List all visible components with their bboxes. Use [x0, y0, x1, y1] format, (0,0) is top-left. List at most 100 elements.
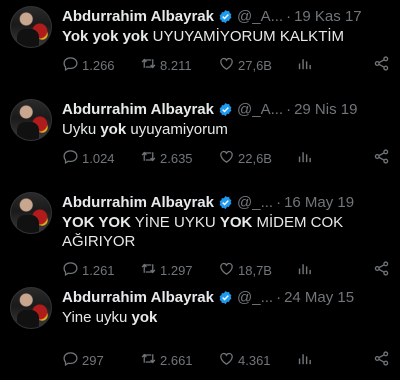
share-icon — [373, 351, 390, 370]
views-icon — [296, 55, 316, 75]
reply-button[interactable]: 297 — [62, 350, 140, 370]
views-icon — [296, 148, 316, 168]
verified-badge-icon — [218, 290, 233, 305]
retweet-button[interactable]: 8.211 — [140, 55, 218, 75]
tweet-date[interactable]: 29 Nis 19 — [294, 101, 357, 118]
tweet-text-part: YİNE UYKU — [130, 214, 220, 231]
share-button[interactable] — [373, 148, 390, 168]
retweet-button[interactable]: 2.635 — [140, 148, 218, 168]
retweet-icon — [140, 260, 160, 280]
separator-dot: · — [286, 7, 292, 25]
reply-count: 1.024 — [82, 150, 115, 166]
tweet-date[interactable]: 16 May 19 — [284, 194, 354, 211]
retweet-icon — [140, 148, 160, 168]
share-button[interactable] — [373, 260, 390, 280]
tweet-date[interactable]: 19 Kas 17 — [294, 8, 362, 25]
heart-icon — [218, 350, 238, 370]
tweet-header: Abdurrahim Albayrak @_A... · 19 Kas 17 — [62, 6, 392, 26]
tweet[interactable]: Abdurrahim Albayrak @_A... · 19 Kas 17 Y… — [0, 0, 400, 95]
tweet-text-part: YOK YOK — [62, 214, 131, 231]
tweet-text-part: Yok yok yok — [62, 28, 149, 45]
author-name[interactable]: Abdurrahim Albayrak — [62, 101, 214, 118]
verified-badge-icon — [218, 102, 233, 117]
share-icon — [373, 56, 390, 75]
tweet-header: Abdurrahim Albayrak @_... · 24 May 15 — [62, 287, 392, 307]
tweet-text: Uyku yok uyuyamiyorum — [62, 120, 382, 139]
like-button[interactable]: 18,7B — [218, 260, 296, 280]
tweet-header: Abdurrahim Albayrak @_... · 16 May 19 — [62, 192, 392, 212]
verified-badge-icon — [218, 195, 233, 210]
tweet-text-part: yok — [131, 309, 158, 326]
tweet-text-part: Yine uyku — [62, 309, 132, 326]
tweet-text: Yok yok yok UYUYAMİYORUM KALKTİM — [62, 27, 382, 46]
author-name[interactable]: Abdurrahim Albayrak — [62, 8, 214, 25]
views-button[interactable] — [296, 350, 332, 370]
like-button[interactable]: 22,6B — [218, 148, 296, 168]
share-icon — [373, 261, 390, 280]
reply-count: 1.261 — [82, 262, 115, 278]
verified-badge-icon — [218, 9, 233, 24]
views-button[interactable] — [296, 260, 332, 280]
tweet[interactable]: Abdurrahim Albayrak @_A... · 29 Nis 19 U… — [0, 93, 400, 188]
tweet-date[interactable]: 24 May 15 — [284, 289, 354, 306]
retweet-count: 2.661 — [160, 352, 193, 368]
reply-icon — [62, 55, 82, 75]
tweet-actions: 1.024 2.635 22,6B — [62, 147, 390, 169]
avatar[interactable] — [10, 6, 52, 48]
retweet-count: 1.297 — [160, 262, 193, 278]
retweet-button[interactable]: 1.297 — [140, 260, 218, 280]
author-handle[interactable]: @_... — [237, 289, 273, 306]
retweet-count: 2.635 — [160, 150, 193, 166]
tweet[interactable]: Abdurrahim Albayrak @_... · 16 May 19 YO… — [0, 186, 400, 281]
tweet-actions: 1.261 1.297 18,7B — [62, 259, 390, 281]
share-button[interactable] — [373, 55, 390, 75]
reply-icon — [62, 350, 82, 370]
heart-icon — [218, 55, 238, 75]
tweet-text: Yine uyku yok — [62, 308, 382, 327]
author-handle[interactable]: @_... — [237, 194, 273, 211]
tweet-text-part: YOK — [219, 214, 253, 231]
tweet-actions: 297 2.661 4.361 — [62, 349, 390, 371]
author-handle[interactable]: @_A... — [237, 101, 283, 118]
like-count: 18,7B — [238, 262, 272, 278]
heart-icon — [218, 260, 238, 280]
separator-dot: · — [286, 100, 292, 118]
separator-dot: · — [276, 288, 282, 306]
avatar[interactable] — [10, 287, 52, 329]
views-icon — [296, 260, 316, 280]
tweet-text-part: yok — [100, 121, 127, 138]
views-button[interactable] — [296, 55, 332, 75]
tweet-header: Abdurrahim Albayrak @_A... · 29 Nis 19 — [62, 99, 392, 119]
reply-button[interactable]: 1.261 — [62, 260, 140, 280]
like-count: 27,6B — [238, 57, 272, 73]
tweet-text-part: UYUYAMİYORUM KALKTİM — [148, 28, 345, 45]
author-handle[interactable]: @_A... — [237, 8, 283, 25]
author-name[interactable]: Abdurrahim Albayrak — [62, 289, 214, 306]
retweet-count: 8.211 — [160, 57, 192, 73]
tweet-feed: Abdurrahim Albayrak @_A... · 19 Kas 17 Y… — [0, 0, 400, 380]
heart-icon — [218, 148, 238, 168]
reply-count: 297 — [82, 352, 104, 368]
separator-dot: · — [276, 193, 282, 211]
share-icon — [373, 149, 390, 168]
avatar[interactable] — [10, 99, 52, 141]
reply-button[interactable]: 1.024 — [62, 148, 140, 168]
tweet-text: YOK YOK YİNE UYKU YOK MİDEM COK AĞIRIYOR — [62, 213, 382, 251]
tweet-text-part: Uyku — [62, 121, 101, 138]
reply-icon — [62, 148, 82, 168]
like-count: 22,6B — [238, 150, 272, 166]
share-button[interactable] — [373, 350, 390, 370]
like-count: 4.361 — [238, 352, 271, 368]
like-button[interactable]: 4.361 — [218, 350, 296, 370]
reply-count: 1.266 — [82, 57, 115, 73]
retweet-button[interactable]: 2.661 — [140, 350, 218, 370]
tweet-actions: 1.266 8.211 27,6B — [62, 54, 390, 76]
tweet[interactable]: Abdurrahim Albayrak @_... · 24 May 15 Yi… — [0, 281, 400, 376]
retweet-icon — [140, 55, 160, 75]
avatar[interactable] — [10, 192, 52, 234]
like-button[interactable]: 27,6B — [218, 55, 296, 75]
reply-icon — [62, 260, 82, 280]
reply-button[interactable]: 1.266 — [62, 55, 140, 75]
views-button[interactable] — [296, 148, 332, 168]
author-name[interactable]: Abdurrahim Albayrak — [62, 194, 214, 211]
